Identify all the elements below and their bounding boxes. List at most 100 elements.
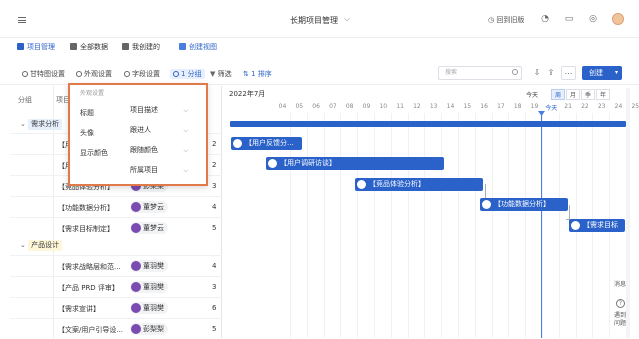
bell-icon[interactable]: ◔: [540, 14, 550, 24]
person-tag: 董梦云: [130, 201, 168, 213]
help-label[interactable]: 遇到问题: [614, 312, 626, 328]
gantt-settings-button[interactable]: 甘特图设置: [22, 69, 65, 79]
day-label: 24: [614, 103, 623, 110]
table-icon: [17, 43, 24, 50]
row-count: 5: [212, 224, 217, 232]
sort-icon: ⇅: [243, 70, 249, 78]
grid-line: [491, 113, 493, 338]
table-row[interactable]: 【需求宣讲】 董羽樊 6: [10, 297, 222, 318]
day-label: 07: [329, 103, 337, 110]
group-header-analysis[interactable]: ⌄ 需求分析: [20, 115, 63, 133]
tab-all-data[interactable]: 全部数据: [70, 41, 108, 53]
group-column-header: 分组: [18, 96, 32, 104]
field-settings-button[interactable]: 字段设置: [124, 69, 160, 79]
more-button[interactable]: …: [561, 66, 576, 80]
row-count: 2: [212, 161, 217, 169]
grid-line: [525, 113, 527, 338]
color-field-select[interactable]: 跟随颜色 ⌵: [126, 144, 192, 157]
compass-icon[interactable]: ◎: [588, 14, 598, 24]
group-header-design[interactable]: ⌄ 产品设计: [20, 236, 63, 254]
title-field-select[interactable]: 项目描述 ⌵: [126, 104, 192, 117]
gantt-bar[interactable]: 【竞品体验分析】: [355, 178, 483, 191]
search-input[interactable]: 搜索: [438, 66, 522, 80]
tab-label: 项目管理: [27, 43, 55, 51]
color-source-select[interactable]: 所属项目 ⌵: [126, 164, 192, 177]
day-label: 08: [345, 103, 354, 110]
filter-button[interactable]: ▼ 筛选: [210, 69, 232, 79]
day-label: 06: [312, 103, 320, 110]
row-count: 2: [212, 140, 217, 148]
bar-label: 【用户调研访谈】: [280, 159, 336, 167]
download-icon[interactable]: ⇩: [532, 68, 542, 78]
scale-quarter[interactable]: 季: [581, 89, 595, 100]
avatar[interactable]: [612, 13, 624, 25]
scale-month[interactable]: 月: [566, 89, 580, 100]
gantt-bar[interactable]: 【用户调研访谈】: [266, 157, 444, 170]
grid-line: [357, 113, 359, 338]
gantt-bar[interactable]: 【用户反馈分...: [231, 137, 302, 150]
today-button[interactable]: 今天: [526, 90, 538, 99]
gantt-settings-label: 甘特图设置: [30, 70, 65, 78]
table-row[interactable]: 【文案/用户引导设... 彭梨梨 5: [10, 318, 222, 339]
filter-icon: ▼: [210, 70, 216, 78]
select-value: 项目描述: [130, 106, 158, 114]
avatar: [482, 200, 491, 209]
tab-label: 全部数据: [80, 43, 108, 51]
avatar: [268, 159, 277, 168]
messages-label[interactable]: 消息: [614, 281, 626, 289]
bar-label: 【竞品体验分析】: [369, 180, 425, 188]
back-to-old-version-label: 回到旧版: [496, 16, 525, 24]
scale-week[interactable]: 周: [551, 89, 565, 100]
appearance-settings-label: 外观设置: [84, 70, 112, 78]
group-button[interactable]: 1 分组: [170, 69, 205, 79]
table-row[interactable]: 【需求目标制定】 董梦云 5: [10, 217, 222, 238]
chevron-down-icon: ⌵: [183, 107, 188, 114]
table-row[interactable]: 【需求战略层和范... 董羽樊 4: [10, 255, 222, 276]
bar-label: 【功能数据分析】: [494, 200, 550, 208]
day-label: 17: [497, 103, 505, 110]
avatar-field-label: 头像: [80, 129, 94, 137]
chevron-down-icon: ⌵: [183, 147, 188, 154]
grid-line: [458, 113, 459, 338]
grid-line: [374, 113, 375, 338]
create-button[interactable]: 创建 ▾: [582, 66, 622, 80]
chevron-down-icon[interactable]: ⌵: [344, 14, 350, 24]
avatar: [233, 139, 242, 148]
day-label: 09: [362, 103, 371, 110]
chevron-down-icon: ⌄: [20, 120, 26, 128]
menu-icon[interactable]: [18, 17, 26, 23]
grid-line: [323, 113, 325, 338]
group-label: 1 分组: [181, 70, 202, 78]
scale-year[interactable]: 年: [596, 89, 610, 100]
group-summary-bar[interactable]: [230, 121, 626, 127]
inbox-icon[interactable]: ▭: [564, 14, 574, 24]
grid-line: [340, 113, 342, 338]
month-label: 2022年7月: [229, 90, 266, 98]
avatar-field-select[interactable]: 跟进人 ⌵: [126, 124, 192, 137]
grid-line: [390, 113, 392, 338]
person-tag: 董羽樊: [130, 302, 168, 314]
share-icon[interactable]: ⇪: [546, 68, 556, 78]
row-count: 4: [212, 262, 217, 270]
tab-my-created[interactable]: 我创建的: [122, 41, 160, 53]
row-title: 【产品 PRD 评审】: [58, 284, 119, 292]
back-to-old-version-button[interactable]: ◷ 回到旧版: [488, 15, 524, 25]
chevron-down-icon: ▾: [614, 69, 618, 76]
gantt-bar[interactable]: 【需求目标: [569, 219, 625, 232]
gantt-bar[interactable]: 【功能数据分析】: [480, 198, 568, 211]
bar-label: 【需求目标: [583, 221, 618, 229]
scrollbar[interactable]: [626, 88, 630, 338]
popup-title: 外观设置: [80, 90, 105, 97]
help-icon[interactable]: ?: [616, 299, 625, 308]
create-label: 创建: [589, 69, 603, 77]
day-label: 今天: [545, 105, 558, 112]
row-title: 【需求战略层和范...: [58, 263, 121, 271]
tab-project-management[interactable]: 项目管理: [17, 41, 55, 53]
table-row[interactable]: 【产品 PRD 评审】 董羽樊 3: [10, 276, 222, 297]
tab-label: 创建视图: [189, 43, 217, 51]
table-row[interactable]: 【功能数据分析】 董梦云 4: [10, 196, 222, 217]
appearance-settings-button[interactable]: 外观设置: [76, 69, 112, 79]
grid-line: [424, 113, 426, 338]
create-view-button[interactable]: 创建视图: [179, 41, 217, 53]
sort-button[interactable]: ⇅ 1 排序: [243, 69, 272, 79]
